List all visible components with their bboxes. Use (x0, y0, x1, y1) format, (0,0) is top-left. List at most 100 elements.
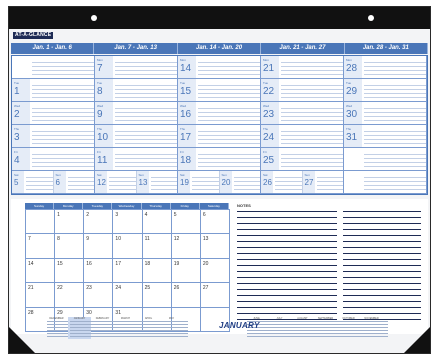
day-number: 10 (97, 132, 109, 143)
day-cell[interactable]: Wed 16 (178, 102, 261, 125)
week-range-label: Jan. 28 - Jan. 31 (345, 43, 429, 54)
day-cell[interactable]: Thu 3 (12, 125, 95, 148)
day-name: Sun (138, 173, 144, 177)
month-day-cell[interactable]: 10 (113, 234, 143, 259)
month-day-cell[interactable]: 8 (55, 234, 85, 259)
month-day-cell[interactable]: 15 (55, 258, 85, 284)
sunday-slot[interactable]: Sun 13 (136, 171, 177, 193)
weekend-cell[interactable]: Sat 26 Sun 27 (261, 171, 344, 194)
current-month-title: JANUARY (219, 321, 260, 330)
month-day-cell[interactable]: 11 (142, 234, 172, 259)
month-day-cell[interactable]: 20 (200, 258, 230, 284)
day-cell[interactable]: Wed 2 (12, 102, 95, 125)
day-cell[interactable]: Thu 24 (261, 125, 344, 148)
month-day-cell[interactable]: 4 (142, 210, 172, 235)
weekly-grid: Mon 7 Mon 14 Mon 21 Mon 28 Tue 1 Tue 8 Tue 15 T… (11, 55, 428, 195)
saturday-slot[interactable]: Sat 19 (178, 171, 220, 193)
day-name: Tue (14, 81, 20, 85)
month-grid: 1 2 3 4 5 6 7 8 9 10 11 12 13 14 15 16 17 18 19 20 21 22 23 24 2… (25, 209, 230, 332)
day-cell[interactable]: Tue 22 (261, 79, 344, 102)
month-day-cell[interactable]: 27 (200, 283, 230, 308)
month-day-number: 13 (202, 236, 209, 243)
sunday-slot[interactable]: Sun 27 (302, 171, 343, 193)
day-cell[interactable]: Tue 1 (12, 79, 95, 102)
sunday-slot[interactable]: Sun 6 (53, 171, 94, 193)
day-cell[interactable]: Fri 11 (95, 148, 178, 171)
day-number: 21 (263, 63, 275, 74)
month-day-cell[interactable]: 23 (84, 283, 114, 308)
weekend-cell[interactable]: Sat 19 Sun 20 (178, 171, 261, 194)
saturday-slot[interactable]: Sat 5 (12, 171, 54, 193)
day-name: Fri (14, 150, 18, 154)
day-cell[interactable]: Wed 23 (261, 102, 344, 125)
day-number: 26 (263, 178, 272, 187)
month-day-cell[interactable]: 7 (26, 234, 56, 259)
day-cell[interactable]: Fri 25 (261, 148, 344, 171)
month-day-cell[interactable]: 3 (113, 210, 143, 235)
day-cell[interactable]: Mon 28 (344, 56, 427, 79)
month-day-cell[interactable]: 13 (200, 234, 230, 259)
month-day-cell[interactable]: 14 (26, 258, 56, 284)
month-day-cell[interactable]: 9 (84, 234, 114, 259)
mini-month-name: AUGUST (297, 317, 308, 320)
notes-lines-left[interactable] (237, 211, 337, 323)
month-day-cell[interactable]: 22 (55, 283, 85, 308)
day-cell[interactable]: Tue 15 (178, 79, 261, 102)
month-day-cell[interactable]: 1 (55, 210, 85, 235)
month-day-cell[interactable]: 21 (26, 283, 56, 308)
month-day-cell[interactable]: 18 (142, 258, 172, 284)
week-header: Jan. 1 - Jan. 6 Jan. 7 - Jan. 13 Jan. 14… (11, 43, 429, 54)
weekend-cell[interactable]: Sat 12 Sun 13 (95, 171, 178, 194)
saturday-slot[interactable]: Sat 26 (261, 171, 303, 193)
month-day-cell[interactable]: 24 (113, 283, 143, 308)
day-cell[interactable]: Fri 4 (12, 148, 95, 171)
date-box: Thu 10 (95, 125, 113, 147)
month-day-cell[interactable]: 6 (200, 210, 230, 235)
day-cell[interactable]: Thu 31 (344, 125, 427, 148)
day-cell[interactable]: Wed 30 (344, 102, 427, 125)
month-day-cell[interactable]: 12 (171, 234, 201, 259)
month-day-number: 31 (115, 309, 121, 316)
mini-month: MAY (160, 317, 188, 339)
notes-lines-right[interactable] (343, 211, 421, 323)
month-day-number: 27 (202, 285, 209, 292)
month-day-cell[interactable]: 26 (171, 283, 201, 308)
month-day-cell[interactable]: 5 (171, 210, 201, 235)
day-cell[interactable]: Mon 21 (261, 56, 344, 79)
day-name: Thu (14, 127, 20, 131)
saturday-slot[interactable]: Sat 12 (95, 171, 137, 193)
day-cell[interactable]: Tue 8 (95, 79, 178, 102)
month-day-cell[interactable]: 25 (142, 283, 172, 308)
day-number: 2 (14, 109, 20, 120)
month-day-cell[interactable]: 2 (84, 210, 114, 235)
day-number: 24 (263, 132, 275, 143)
notes-panel: NOTES (233, 201, 423, 331)
day-name: Tue (97, 81, 103, 85)
desk-pad-calendar: AT-A-GLANCE Jan. 1 - Jan. 6 Jan. 7 - Jan… (8, 6, 431, 354)
month-day-number: 17 (115, 260, 121, 267)
day-cell[interactable]: Fri 18 (178, 148, 261, 171)
mini-month: FEBRUARY (91, 317, 119, 339)
day-cell[interactable]: Tue 29 (344, 79, 427, 102)
weekend-cell[interactable]: Sat 5 Sun 6 (12, 171, 95, 194)
day-cell[interactable]: Thu 17 (178, 125, 261, 148)
sunday-slot[interactable]: Sun 20 (219, 171, 260, 193)
day-number: 17 (180, 132, 192, 143)
day-name: Mon (346, 58, 352, 62)
day-cell[interactable]: Mon 14 (178, 56, 261, 79)
day-name: Wed (346, 104, 353, 108)
day-cell[interactable]: Wed 9 (95, 102, 178, 125)
day-cell[interactable]: Mon 7 (95, 56, 178, 79)
month-day-number: 10 (115, 236, 121, 243)
month-day-cell[interactable] (26, 210, 56, 235)
month-day-cell[interactable]: 16 (84, 258, 114, 284)
month-day-cell[interactable]: 19 (171, 258, 201, 284)
day-name: Tue (180, 81, 186, 85)
binding-strip (9, 7, 430, 29)
date-box: Sat 5 (12, 171, 24, 193)
day-number: 27 (304, 178, 314, 187)
month-day-cell[interactable]: 17 (113, 258, 143, 284)
day-number: 9 (97, 109, 103, 120)
day-cell[interactable]: Thu 10 (95, 125, 178, 148)
mini-month: JULY (268, 317, 296, 339)
